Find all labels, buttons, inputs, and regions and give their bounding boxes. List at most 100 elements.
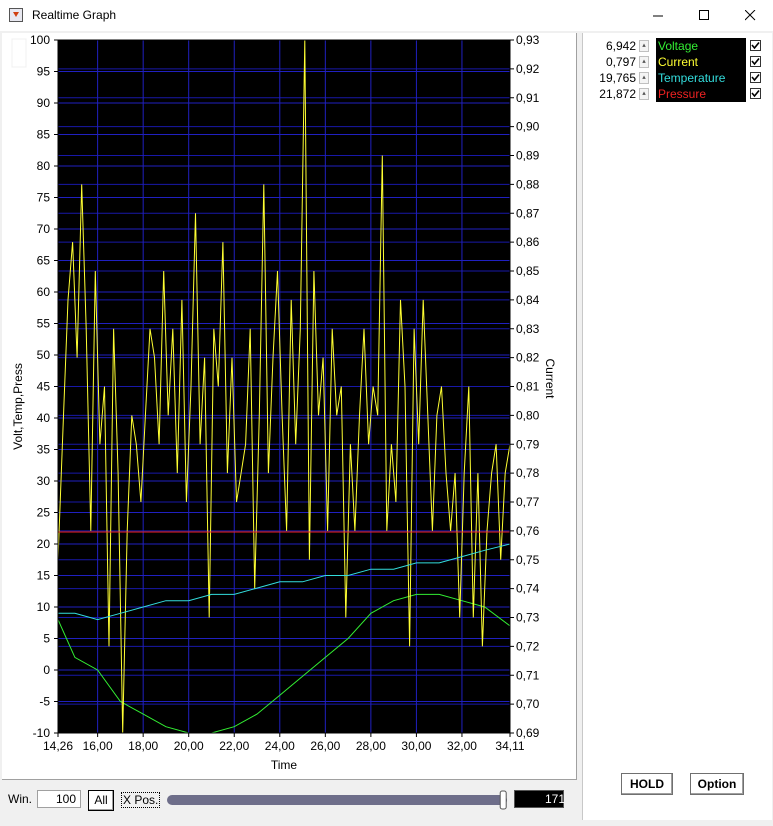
legend-row-temperature: 19,765 ▴ Temperature xyxy=(583,70,768,86)
y-tick-label: 35 xyxy=(37,443,51,457)
y-tick-label: 0 xyxy=(43,663,50,677)
check-icon xyxy=(751,57,760,66)
y-tick-label: 65 xyxy=(37,254,51,268)
option-button[interactable]: Option xyxy=(690,773,744,795)
y2-tick-label: 0,77 xyxy=(516,495,540,509)
check-icon xyxy=(751,89,760,98)
y2-axis-title: Current xyxy=(543,358,557,399)
legend-spinner-button[interactable]: ▴ xyxy=(639,72,649,84)
y2-tick-label: 0,91 xyxy=(516,91,540,105)
y-tick-label: 15 xyxy=(37,569,51,583)
bottom-toolbar: Win. 100 All X Pos. 171 xyxy=(2,780,576,824)
legend-visibility-checkbox[interactable] xyxy=(750,56,761,67)
y2-tick-label: 0,90 xyxy=(516,120,540,134)
legend-row-pressure: 21,872 ▴ Pressure xyxy=(583,86,768,102)
y-tick-label: 50 xyxy=(37,348,51,362)
x-tick-label: 18,00 xyxy=(128,739,158,753)
y2-tick-label: 0,88 xyxy=(516,177,540,191)
all-button[interactable]: All xyxy=(88,790,114,811)
y-tick-label: 60 xyxy=(37,285,51,299)
x-tick-label: 20,00 xyxy=(174,739,204,753)
legend-panel: 6,942 ▴ Voltage 0,797 ▴ Current 19,765 ▴ Tempera… xyxy=(582,33,772,820)
close-icon xyxy=(745,10,756,21)
corner-box xyxy=(11,38,27,68)
legend-value: 21,872 xyxy=(599,87,636,101)
slider-track xyxy=(167,795,507,805)
legend-spinner-button[interactable]: ▴ xyxy=(639,88,649,100)
legend-visibility-checkbox[interactable] xyxy=(750,88,761,99)
x-tick-label: 30,00 xyxy=(401,739,431,753)
y2-tick-label: 0,92 xyxy=(516,62,540,76)
y-tick-label: 10 xyxy=(37,600,51,614)
y-tick-label: 5 xyxy=(43,632,50,646)
y-tick-label: 70 xyxy=(37,222,51,236)
legend-row-current: 0,797 ▴ Current xyxy=(583,54,768,70)
y-axis-title: Volt,Temp,Press xyxy=(11,363,25,450)
x-tick-label: 22,00 xyxy=(219,739,249,753)
xpos-checkbox[interactable]: X Pos. xyxy=(121,792,161,808)
x-tick-label: 16,00 xyxy=(83,739,113,753)
y2-tick-label: 0,69 xyxy=(516,726,540,740)
minimize-button[interactable] xyxy=(635,0,681,31)
x-axis-title: Time xyxy=(271,758,298,772)
check-icon xyxy=(751,41,760,50)
legend-series-name: Pressure xyxy=(656,86,746,102)
y2-tick-label: 0,84 xyxy=(516,293,540,307)
y2-tick-label: 0,89 xyxy=(516,149,540,163)
y2-tick-label: 0,80 xyxy=(516,408,540,422)
close-button[interactable] xyxy=(727,0,773,31)
y2-tick-label: 0,71 xyxy=(516,668,540,682)
y2-tick-label: 0,85 xyxy=(516,264,540,278)
y-tick-label: 90 xyxy=(37,96,51,110)
legend-value: 19,765 xyxy=(599,71,636,85)
y2-tick-label: 0,75 xyxy=(516,553,540,567)
y2-tick-label: 0,73 xyxy=(516,611,540,625)
x-tick-label: 32,00 xyxy=(447,739,477,753)
x-tick-label: 34,11 xyxy=(495,739,524,753)
y-tick-label: 95 xyxy=(37,65,51,79)
x-tick-label: 14,26 xyxy=(43,739,73,753)
maximize-icon xyxy=(699,10,709,20)
y-tick-label: 45 xyxy=(37,380,51,394)
y-tick-label: 100 xyxy=(30,33,50,47)
y-tick-label: 40 xyxy=(37,411,51,425)
y-tick-label: 30 xyxy=(37,474,51,488)
minimize-icon xyxy=(653,15,663,17)
maximize-button[interactable] xyxy=(681,0,727,31)
win-size-field[interactable]: 100 xyxy=(37,790,81,808)
title-bar: Realtime Graph xyxy=(0,0,773,31)
legend-spinner-button[interactable]: ▴ xyxy=(639,40,649,52)
plot-panel: 100 95 90 85 80 75 70 65 60 55 50 45 40 35 30 25 20 15 10 5… xyxy=(2,33,577,780)
y2-tick-label: 0,93 xyxy=(516,33,540,47)
y-tick-label: 20 xyxy=(37,537,51,551)
legend-visibility-checkbox[interactable] xyxy=(750,72,761,83)
slider-thumb[interactable] xyxy=(499,790,507,810)
slider-value-field: 171 xyxy=(514,790,565,808)
legend-spinner-button[interactable]: ▴ xyxy=(639,56,649,68)
y2-tick-label: 0,76 xyxy=(516,524,540,538)
y-tick-label: 75 xyxy=(37,191,51,205)
realtime-chart: 1009590858075706560555045403530252015105… xyxy=(11,33,557,772)
y2-tick-label: 0,82 xyxy=(516,351,540,365)
y2-tick-label: 0,87 xyxy=(516,206,540,220)
check-icon xyxy=(751,73,760,82)
x-tick-label: 28,00 xyxy=(356,739,386,753)
legend-value: 6,942 xyxy=(605,39,636,53)
y-tick-label: 80 xyxy=(37,159,51,173)
app-icon[interactable] xyxy=(9,8,23,22)
legend-visibility-checkbox[interactable] xyxy=(750,40,761,51)
y2-tick-label: 0,86 xyxy=(516,235,540,249)
y2-tick-label: 0,79 xyxy=(516,437,540,451)
legend-series-name: Temperature xyxy=(656,70,746,86)
x-position-slider[interactable] xyxy=(167,790,512,810)
y2-tick-label: 0,78 xyxy=(516,466,540,480)
y2-tick-label: 0,81 xyxy=(516,380,540,394)
y-tick-label: 85 xyxy=(37,128,51,142)
y2-tick-label: 0,72 xyxy=(516,639,540,653)
y2-tick-label: 0,83 xyxy=(516,322,540,336)
y-tick-label: -10 xyxy=(33,726,51,740)
y2-tick-label: 0,74 xyxy=(516,582,540,596)
y-tick-label: -5 xyxy=(39,695,50,709)
hold-button[interactable]: HOLD xyxy=(621,773,673,795)
win-label: Win. xyxy=(8,792,32,806)
